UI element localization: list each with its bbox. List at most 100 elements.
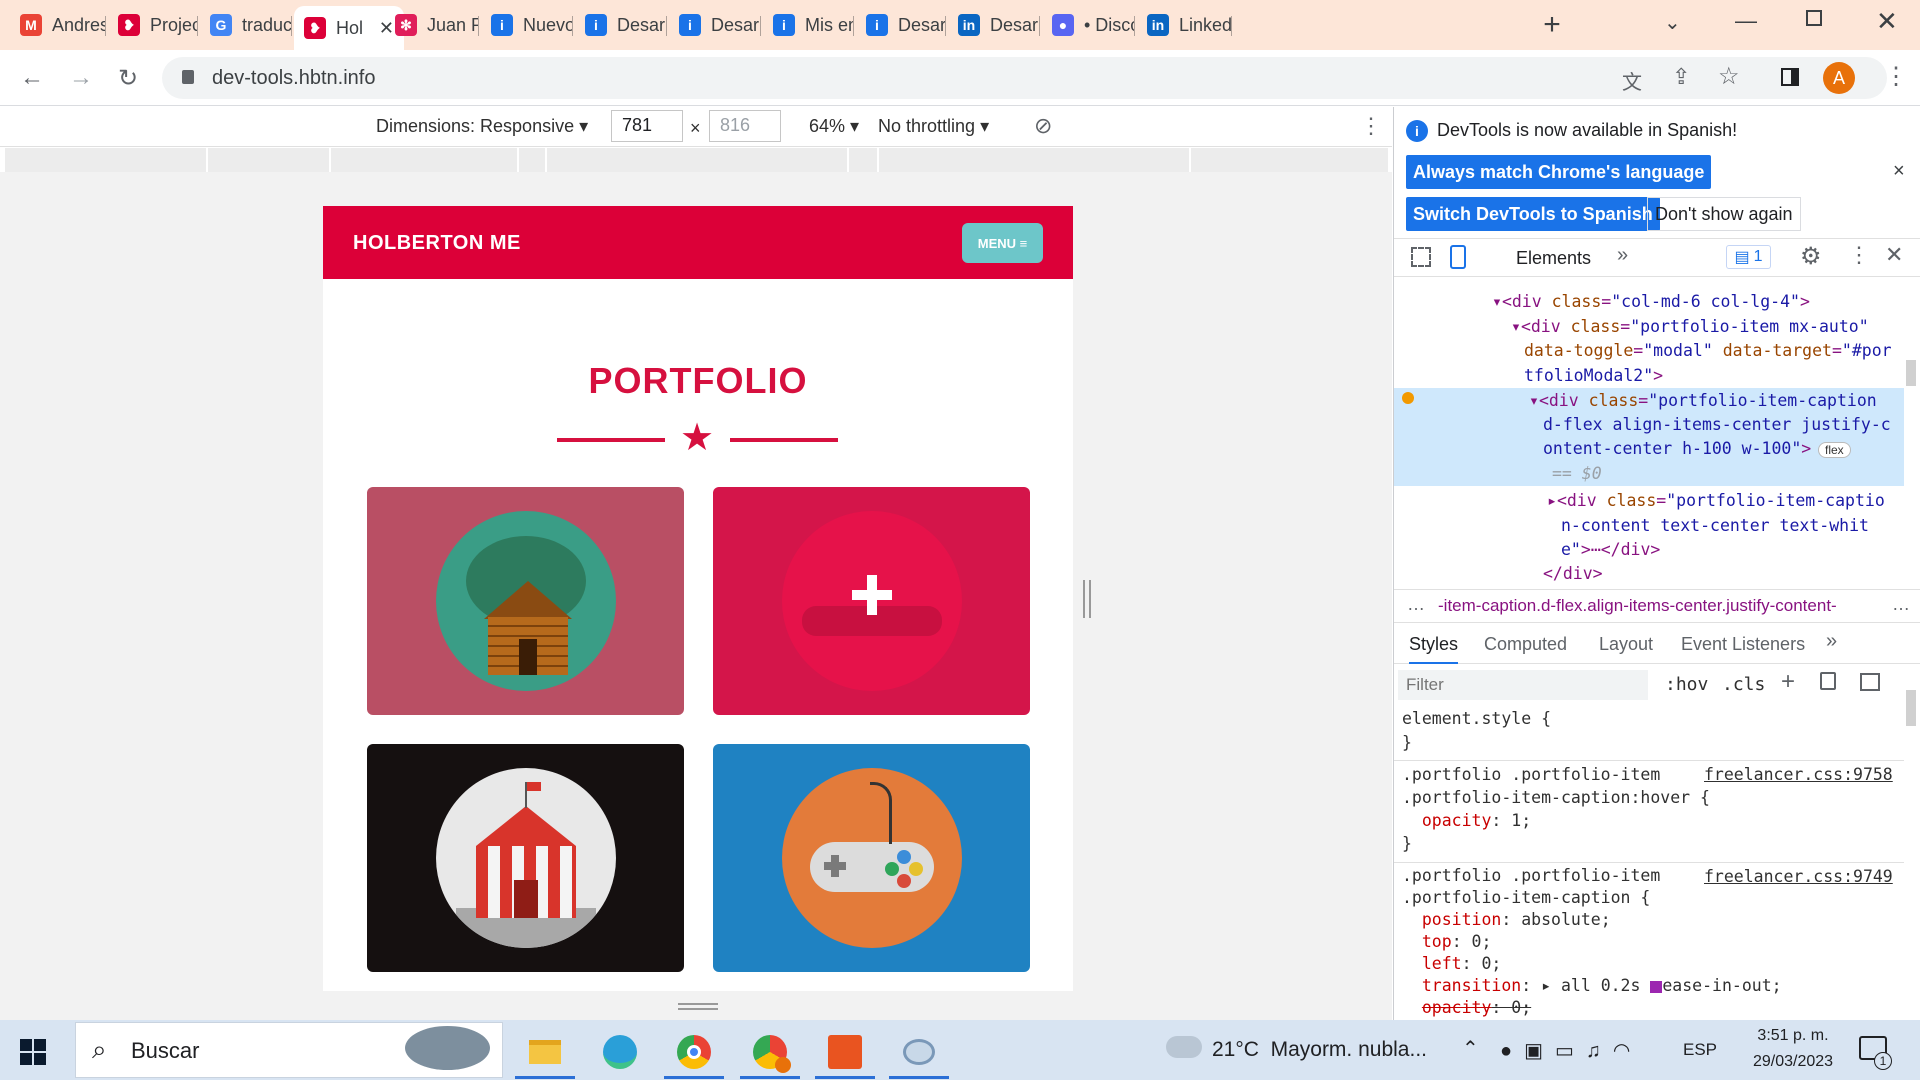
tab-6[interactable]: i Desarro	[575, 8, 667, 42]
viewport-resize-handle-right[interactable]	[1083, 580, 1091, 618]
elements-scrollbar[interactable]	[1906, 360, 1916, 386]
tab-0[interactable]: M Andres	[10, 8, 106, 42]
portfolio-item-circus[interactable]	[367, 744, 684, 972]
rule-caption[interactable]: .portfolio .portfolio-item .portfolio-it…	[1402, 865, 1782, 1019]
tab-event-listeners[interactable]: Event Listeners	[1681, 634, 1805, 655]
tab-8[interactable]: i Mis em	[763, 8, 854, 42]
dom-line-9[interactable]: n-content text-center text-whit	[1561, 514, 1869, 538]
inspect-element-icon[interactable]	[1411, 247, 1431, 267]
new-rule-icon[interactable]: +	[1781, 668, 1795, 696]
clock-date[interactable]: 29/03/2023	[1743, 1053, 1843, 1071]
new-tab-button[interactable]: +	[1535, 8, 1569, 42]
tab-computed[interactable]: Computed	[1484, 634, 1567, 655]
reload-icon[interactable]: ↻	[112, 62, 144, 94]
dom-line-4[interactable]: tfolioModal2">	[1524, 364, 1663, 388]
dom-line-11[interactable]: </div>	[1543, 562, 1603, 584]
back-icon[interactable]: ←	[16, 62, 48, 94]
menu-button[interactable]: MENU ≡	[962, 223, 1043, 263]
issues-badge[interactable]: ▤ 1	[1726, 245, 1771, 269]
switch-to-spanish-button[interactable]: Switch DevTools to Spanish	[1406, 197, 1660, 231]
edge-icon[interactable]	[600, 1032, 640, 1072]
chrome-menu-icon[interactable]: ⋮	[1884, 62, 1908, 91]
portfolio-item-cabin[interactable]	[367, 487, 684, 715]
language-indicator[interactable]: ESP	[1683, 1040, 1717, 1060]
paint-icon[interactable]	[1820, 672, 1836, 690]
styles-scrollbar[interactable]	[1906, 690, 1916, 726]
dom-line-10[interactable]: e">⋯</div>	[1561, 538, 1660, 562]
clock-time[interactable]: 3:51 p. m.	[1743, 1027, 1843, 1045]
height-input[interactable]: 816	[709, 110, 781, 142]
portfolio-item-cake[interactable]	[713, 487, 1030, 715]
cls-toggle[interactable]: .cls	[1722, 674, 1765, 695]
dom-line-6[interactable]: d-flex align-items-center justify-c	[1543, 413, 1891, 437]
media-query-ruler[interactable]	[5, 148, 1390, 172]
styles-filter-input[interactable]	[1398, 670, 1648, 700]
zoom-select[interactable]: 64% ▾	[809, 116, 859, 137]
weather-text[interactable]: 21°C Mayorm. nubla...	[1212, 1038, 1427, 1062]
device-toggle-icon[interactable]	[1450, 245, 1466, 269]
more-style-tabs-icon[interactable]: »	[1826, 630, 1837, 653]
profile-avatar[interactable]: A	[1823, 62, 1855, 94]
throttling-select[interactable]: No throttling ▾	[878, 116, 989, 137]
share-icon[interactable]: ⇪	[1672, 64, 1690, 90]
translate-icon[interactable]: 文	[1622, 66, 1642, 95]
devtools-menu-icon[interactable]: ⋮	[1848, 242, 1870, 268]
rule-hover[interactable]: .portfolio .portfolio-item .portfolio-it…	[1402, 763, 1710, 855]
rule-caption-source[interactable]: freelancer.css:9749	[1704, 867, 1893, 886]
ubuntu-icon[interactable]	[825, 1032, 865, 1072]
tab-10[interactable]: in Desarro	[948, 8, 1040, 42]
tab-5[interactable]: i Nuevo	[481, 8, 573, 42]
device-more-icon[interactable]: ⋮	[1360, 113, 1382, 139]
close-notice-icon[interactable]: ×	[1893, 160, 1905, 183]
more-tabs-icon[interactable]: »	[1617, 244, 1628, 267]
breadcrumb-more-left[interactable]: …	[1407, 594, 1425, 615]
tab-search-icon[interactable]: ⌄	[1664, 10, 1681, 35]
always-match-language-button[interactable]: Always match Chrome's language	[1406, 155, 1712, 189]
dom-line-1[interactable]: ▾<div class="col-md-6 col-lg-4">	[1492, 290, 1810, 314]
close-window-button[interactable]: ✕	[1876, 6, 1898, 37]
toggle-sidebar-icon[interactable]	[1860, 673, 1880, 691]
url-text[interactable]: dev-tools.hbtn.info	[212, 65, 375, 91]
dom-line-8[interactable]: ▸<div class="portfolio-item-captio	[1547, 489, 1885, 513]
side-panel-icon[interactable]	[1781, 68, 1799, 86]
site-brand[interactable]: HOLBERTON ME	[353, 232, 521, 255]
windows-start-icon[interactable]	[20, 1039, 46, 1065]
dont-show-again-button[interactable]: Don't show again	[1647, 197, 1801, 231]
dom-line-5[interactable]: ▾<div class="portfolio-item-caption	[1529, 389, 1877, 413]
hov-toggle[interactable]: :hov	[1665, 674, 1708, 695]
breadcrumb[interactable]: -item-caption.d-flex.align-items-center.…	[1438, 596, 1886, 616]
tab-12[interactable]: in LinkedI	[1137, 8, 1232, 42]
rule-hover-source[interactable]: freelancer.css:9758	[1704, 765, 1893, 784]
dom-line-2[interactable]: ▾<div class="portfolio-item mx-auto"	[1511, 315, 1869, 339]
tab-styles[interactable]: Styles	[1409, 634, 1459, 664]
tab-layout[interactable]: Layout	[1599, 634, 1653, 655]
tab-7[interactable]: i Desarro	[669, 8, 761, 42]
bookmark-star-icon[interactable]: ☆	[1718, 62, 1740, 91]
tab-2[interactable]: Gtraducto	[200, 8, 292, 42]
minimize-button[interactable]: —	[1735, 8, 1757, 34]
chrome-profile-icon[interactable]	[750, 1032, 791, 1073]
viewport-resize-handle-bottom[interactable]	[678, 1003, 718, 1010]
settings-gear-icon[interactable]: ⚙	[1800, 242, 1822, 271]
tab-elements[interactable]: Elements	[1516, 248, 1591, 269]
close-devtools-icon[interactable]: ✕	[1885, 242, 1903, 268]
breadcrumb-more-right[interactable]: …	[1892, 594, 1910, 615]
dom-line-3[interactable]: data-toggle="modal" data-target="#por	[1524, 339, 1892, 363]
tab-1[interactable]: ❥ Project	[108, 8, 198, 42]
portfolio-item-game[interactable]	[713, 744, 1030, 972]
dimensions-select[interactable]: Dimensions: Responsive ▾	[376, 116, 588, 137]
rotate-icon[interactable]: ⊘	[1034, 113, 1052, 139]
tab-9[interactable]: i Desarro	[856, 8, 946, 42]
width-input[interactable]: 781	[611, 110, 683, 142]
dom-line-7[interactable]: ontent-center h-100 w-100">	[1543, 437, 1811, 461]
flex-badge[interactable]: flex	[1818, 442, 1851, 458]
forward-icon[interactable]: →	[65, 62, 97, 94]
restore-button[interactable]	[1806, 10, 1822, 26]
file-explorer-icon[interactable]	[525, 1032, 565, 1072]
tab-4[interactable]: ✻ Juan Pi	[385, 8, 479, 42]
chrome-icon[interactable]	[674, 1032, 714, 1072]
style-element[interactable]: element.style { }	[1402, 707, 1551, 755]
paint-app-icon[interactable]	[899, 1032, 939, 1072]
tray-chevron-icon[interactable]: ⌃	[1462, 1036, 1479, 1061]
tab-11[interactable]: ● • Disco	[1042, 8, 1135, 42]
